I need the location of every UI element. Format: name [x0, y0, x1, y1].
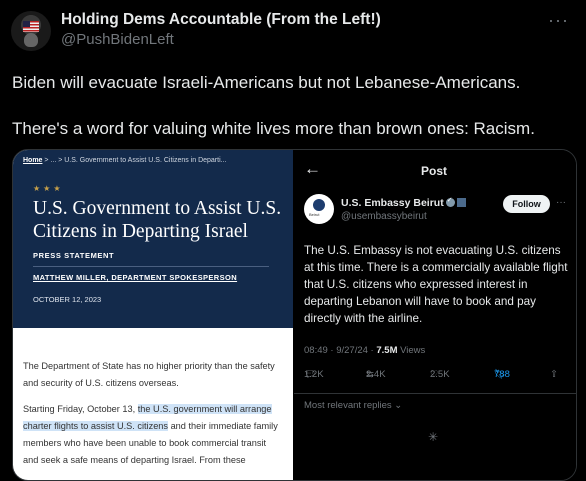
press-author: MATTHEW MILLER, DEPARTMENT SPOKESPERSON: [33, 273, 238, 282]
account-name: U.S. Embassy Beirut: [341, 197, 444, 209]
press-release-header: Home > ... > U.S. Government to Assist U…: [13, 150, 293, 328]
avatar-label: Beirut: [309, 212, 320, 217]
press-title: U.S. Government to Assist U.S. Citizens …: [33, 198, 282, 242]
follow-button: Follow: [503, 195, 550, 213]
stars-icon: ★★★: [33, 184, 64, 193]
paragraph-text: Starting Friday, October 13,: [23, 404, 138, 414]
embedded-post-screenshot: ← Post Beirut U.S. Embassy Beirut @usemb…: [294, 150, 576, 480]
breadcrumb: Home > ... > U.S. Government to Assist U…: [23, 157, 226, 164]
press-body: The Department of State has no higher pr…: [23, 358, 283, 478]
embassy-post-text: The U.S. Embassy is not evacuating U.S. …: [304, 244, 568, 325]
verified-badge-icon: [445, 196, 455, 207]
press-paragraph-1: The Department of State has no higher pr…: [23, 361, 275, 388]
timestamp: 08:49 · 9/27/24 ·: [304, 345, 377, 356]
divider: [33, 266, 269, 267]
bookmark-count: 788: [494, 369, 510, 380]
views-label: Views: [397, 345, 426, 356]
share-icon: ⇪: [550, 369, 558, 380]
press-paragraph-2: Starting Friday, October 13, the U.S. go…: [23, 401, 283, 469]
embassy-avatar: Beirut: [304, 194, 334, 224]
replies-filter-label: Most relevant replies: [304, 400, 392, 411]
divider: [294, 393, 576, 394]
breadcrumb-path: > ... > U.S. Government to Assist U.S. C…: [44, 157, 227, 164]
author-handle[interactable]: @PushBidenLeft: [61, 31, 174, 48]
author-avatar[interactable]: [11, 11, 51, 51]
tweet-line-2: There's a word for valuing white lives m…: [12, 119, 535, 138]
tweet-media[interactable]: Home > ... > U.S. Government to Assist U…: [12, 149, 577, 481]
author-name[interactable]: Holding Dems Accountable (From the Left!…: [61, 11, 381, 29]
avatar-silhouette: [24, 33, 38, 47]
post-meta: 08:49 · 9/27/24 · 7.5M Views: [304, 345, 425, 356]
press-date: OCTOBER 12, 2023: [33, 295, 102, 304]
loading-spinner-icon: ✳: [428, 430, 439, 444]
action-bar: 💬︎ 1.2K ⇆ 2.4K ♡ 2.5K 🔖︎ 788 ⇪: [304, 369, 566, 385]
replies-filter: Most relevant replies ⌄: [304, 400, 402, 411]
press-label: PRESS STATEMENT: [33, 251, 115, 260]
tweet-line-1: Biden will evacuate Israeli-Americans bu…: [12, 73, 521, 92]
press-release-screenshot: Home > ... > U.S. Government to Assist U…: [13, 150, 293, 480]
like-count: 2.5K: [430, 369, 450, 380]
more-options-icon: ···: [556, 197, 566, 208]
view-count: 7.5M: [376, 345, 398, 356]
embassy-handle: @usembassybeirut: [341, 211, 427, 222]
government-badge-icon: [456, 198, 466, 207]
tweet-text: Biden will evacuate Israeli-Americans bu…: [12, 71, 572, 140]
seal-icon: [313, 199, 325, 211]
more-options-icon[interactable]: ···: [548, 10, 569, 31]
retweet-count: 2.4K: [366, 369, 386, 380]
back-arrow-icon: ←: [304, 159, 321, 178]
embassy-name: U.S. Embassy Beirut: [341, 196, 466, 209]
breadcrumb-home: Home: [23, 157, 43, 164]
flag-icon: [23, 21, 39, 32]
post-header: Post: [421, 164, 448, 178]
chevron-down-icon: ⌄: [394, 400, 403, 411]
reply-count: 1.2K: [304, 369, 324, 380]
